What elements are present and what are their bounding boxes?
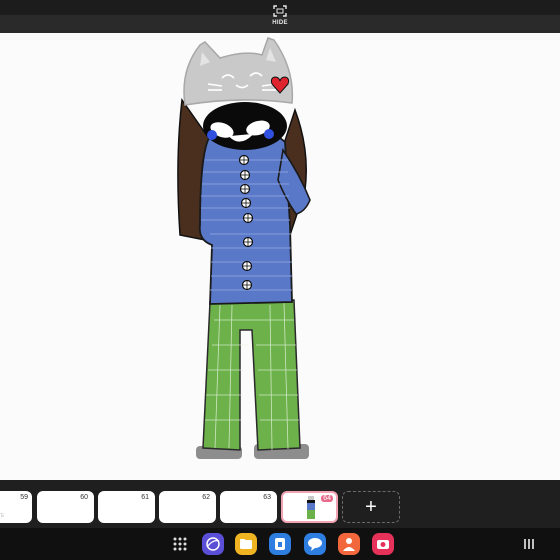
frame-number: 61: [141, 494, 149, 501]
camera-icon[interactable]: [372, 533, 394, 555]
frame-number: 62: [202, 494, 210, 501]
top-bar: HIDE: [0, 0, 560, 33]
frame-preview-image: [307, 496, 315, 519]
frame-thumbnail-59[interactable]: 59: [0, 491, 32, 523]
drawing-canvas[interactable]: [0, 33, 560, 480]
frame-thumbnail-61[interactable]: 61: [98, 491, 155, 523]
frame-thumbnail-60[interactable]: 60: [37, 491, 94, 523]
recents-icon[interactable]: [518, 533, 540, 555]
hide-icon: [273, 5, 287, 17]
frame-number: 59: [20, 494, 28, 501]
internet-icon[interactable]: [202, 533, 224, 555]
taskbar: [0, 528, 560, 560]
calendar-icon[interactable]: [269, 533, 291, 555]
frame-number: 63: [263, 494, 271, 501]
contacts-icon[interactable]: [338, 533, 360, 555]
cat-hat: [183, 37, 294, 106]
face: [203, 102, 287, 150]
frame-number: 64: [321, 495, 333, 502]
hide-label: HIDE: [272, 20, 288, 26]
messages-icon[interactable]: [304, 533, 326, 555]
apps-grid-icon[interactable]: [169, 533, 191, 555]
character-drawing: [177, 37, 311, 459]
hide-button[interactable]: HIDE: [262, 3, 298, 31]
add-frame-button[interactable]: +: [342, 491, 400, 523]
pants: [202, 299, 301, 451]
delete-label: TE: [0, 513, 5, 519]
frame-thumbnail-62[interactable]: 62: [159, 491, 216, 523]
frame-thumbnail-64[interactable]: 64: [281, 491, 338, 523]
frame-thumbnail-63[interactable]: 63: [220, 491, 277, 523]
frame-strip: 59 TE 60 61 62 63 64 +: [0, 480, 560, 528]
my-files-icon[interactable]: [235, 533, 257, 555]
frame-number: 60: [80, 494, 88, 501]
